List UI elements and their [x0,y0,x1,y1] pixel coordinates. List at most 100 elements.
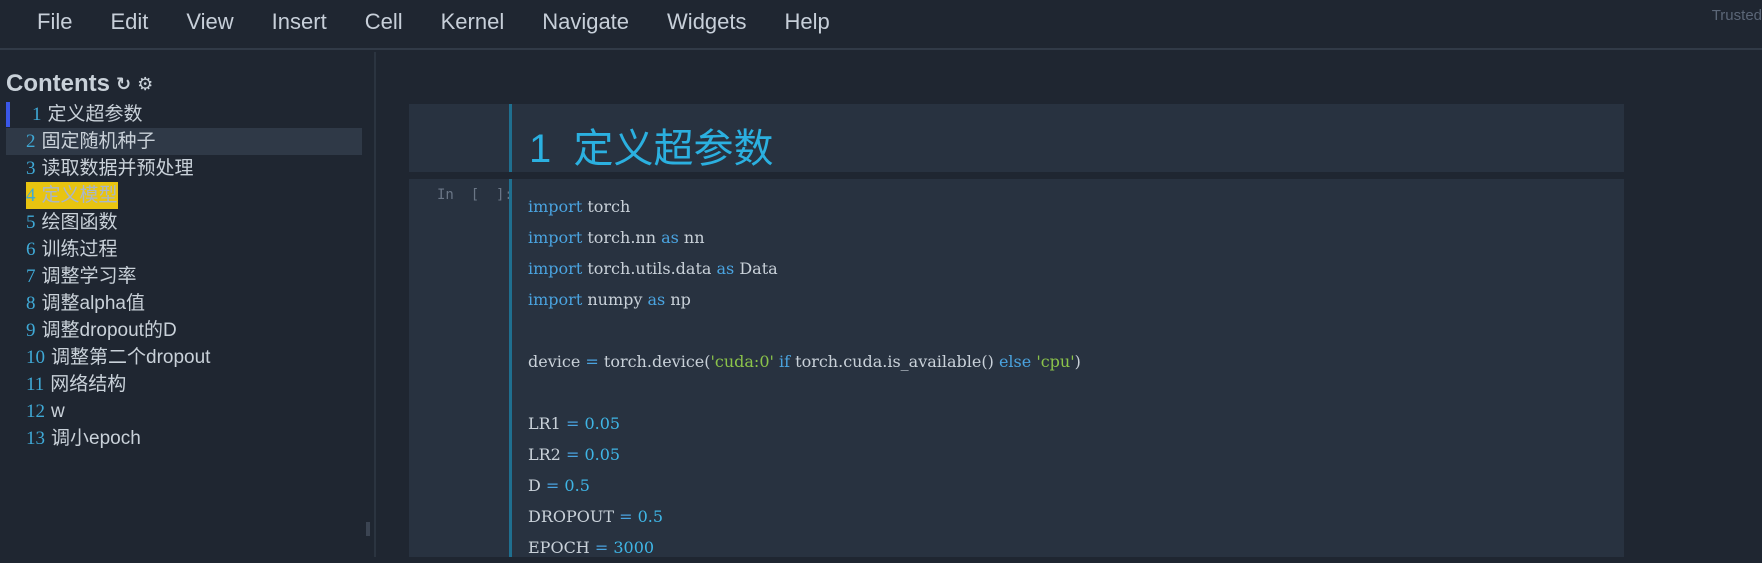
heading-text: 定义超参数 [573,127,774,171]
code-token: torch.device( [598,352,711,371]
code-token: D [528,476,546,495]
menu-file[interactable]: File [18,9,91,35]
code-line: LR2 = 0.05 [528,439,1081,470]
section-heading: 1 定义超参数 [529,116,773,174]
toc-item-label: 调整dropout的D [41,320,177,341]
toc-item-label: 调整学习率 [41,266,137,287]
toc-item-10[interactable]: 10 调整第二个dropout [6,344,362,371]
toc-title: Contents [6,70,110,97]
toc-item-number: 10 [26,347,45,368]
toc-item-label: 调整第二个dropout [51,347,211,368]
toc-item-8[interactable]: 8 调整alpha值 [6,290,362,317]
code-line: DROPOUT = 0.5 [528,501,1081,532]
code-token: = [585,352,599,371]
code-token: torch [582,197,631,216]
code-token: if [779,352,791,371]
toc-item-number: 3 [26,158,36,179]
code-token: DROPOUT [528,507,620,526]
refresh-icon[interactable]: ↻ [116,74,131,95]
code-token: = [594,538,609,557]
menu-kernel[interactable]: Kernel [422,9,524,35]
code-token: 0.05 [584,414,621,433]
cell-border [509,104,512,172]
cell-border [509,179,512,557]
code-token: LR1 [528,414,566,433]
code-line: import numpy as np [528,284,1081,315]
toc-header: Contents ↻ ⚙ [6,70,153,98]
toc-item-label: 定义超参数 [47,104,143,125]
toc-item-label: 训练过程 [41,239,118,260]
toc-item-5[interactable]: 5 绘图函数 [6,209,362,236]
code-token: 3000 [613,538,655,557]
code-line: device = torch.device('cuda:0' if torch.… [528,346,1081,377]
menubar: File Edit View Insert Cell Kernel Naviga… [0,0,1762,50]
toc-item-label: 绘图函数 [41,212,118,233]
toc-item-label: 定义模型 [41,185,118,206]
code-token: = [619,507,633,526]
code-token: torch.cuda.is_available() [790,352,999,371]
trusted-indicator[interactable]: Trusted [1712,7,1762,24]
menu-cell[interactable]: Cell [346,9,422,35]
markdown-cell[interactable]: 1 定义超参数 [409,104,1624,172]
gear-icon[interactable]: ⚙ [137,74,153,95]
code-token: 0.5 [564,476,590,495]
toc-item-number: 1 [32,104,42,125]
toc-item-number: 11 [26,374,45,395]
code-token: import [528,259,583,278]
toc-item-label: 读取数据并预处理 [41,158,194,179]
menu-navigate[interactable]: Navigate [523,9,648,35]
toc-item-2[interactable]: 2 固定随机种子 [6,128,362,155]
code-token: Data [734,259,778,278]
code-token: = [565,445,580,464]
code-token: nn [678,228,705,247]
toc-item-number: 2 [26,131,36,152]
sidebar-resize-handle[interactable] [366,522,370,536]
toc-item-label: 固定随机种子 [41,131,156,152]
toc-item-13[interactable]: 13 调小epoch [6,425,362,452]
toc-item-label: 调小epoch [51,428,141,449]
code-token: as [647,290,666,309]
menu-view[interactable]: View [167,9,252,35]
code-cell[interactable]: In [ ]: import torch import torch.nn as n… [409,179,1624,557]
code-token: torch.nn [582,228,662,247]
toc-item-3[interactable]: 3 读取数据并预处理 [6,155,362,182]
menu-widgets[interactable]: Widgets [648,9,765,35]
toc-item-12[interactable]: 12 w [6,398,362,425]
code-token: else [998,352,1032,371]
toc-item-number: 7 [26,266,36,287]
toc-item-4[interactable]: 4 定义模型 [6,182,362,209]
code-token: import [528,290,583,309]
code-token: as [661,228,679,247]
toc-item-number: 12 [26,401,45,422]
code-token: = [545,476,560,495]
menu-help[interactable]: Help [766,9,849,35]
menu-insert[interactable]: Insert [253,9,346,35]
code-token: as [716,259,735,278]
toc-item-number: 4 [26,185,36,206]
code-line: import torch [528,191,1081,222]
toc-item-label: 调整alpha值 [41,293,146,314]
code-token: import [528,228,583,247]
code-token: import [528,197,583,216]
menu-edit[interactable]: Edit [91,9,167,35]
code-token: = [565,414,580,433]
toc-item-number: 13 [26,428,45,449]
toc-item-1[interactable]: 1 定义超参数 [6,101,362,128]
toc-sidebar: Contents ↻ ⚙ 1 定义超参数 2 固定随机种子 3 读取数据并预处理… [0,52,376,557]
code-token: EPOCH [528,538,595,557]
toc-list: 1 定义超参数 2 固定随机种子 3 读取数据并预处理 4 定义模型 5 绘图函… [6,101,362,452]
toc-item-label: 网络结构 [50,374,127,395]
toc-item-9[interactable]: 9 调整dropout的D [6,317,362,344]
code-token: torch.utils.data [582,259,717,278]
toc-item-11[interactable]: 11 网络结构 [6,371,362,398]
toc-item-6[interactable]: 6 训练过程 [6,236,362,263]
code-token: 0.5 [637,507,664,526]
toc-item-7[interactable]: 7 调整学习率 [6,263,362,290]
toc-item-label: w [51,401,65,422]
code-editor[interactable]: import torch import torch.nn as nn import … [528,191,1081,563]
code-token: numpy [582,290,648,309]
code-token: 'cuda:0' [710,352,774,371]
toc-item-number: 9 [26,320,36,341]
